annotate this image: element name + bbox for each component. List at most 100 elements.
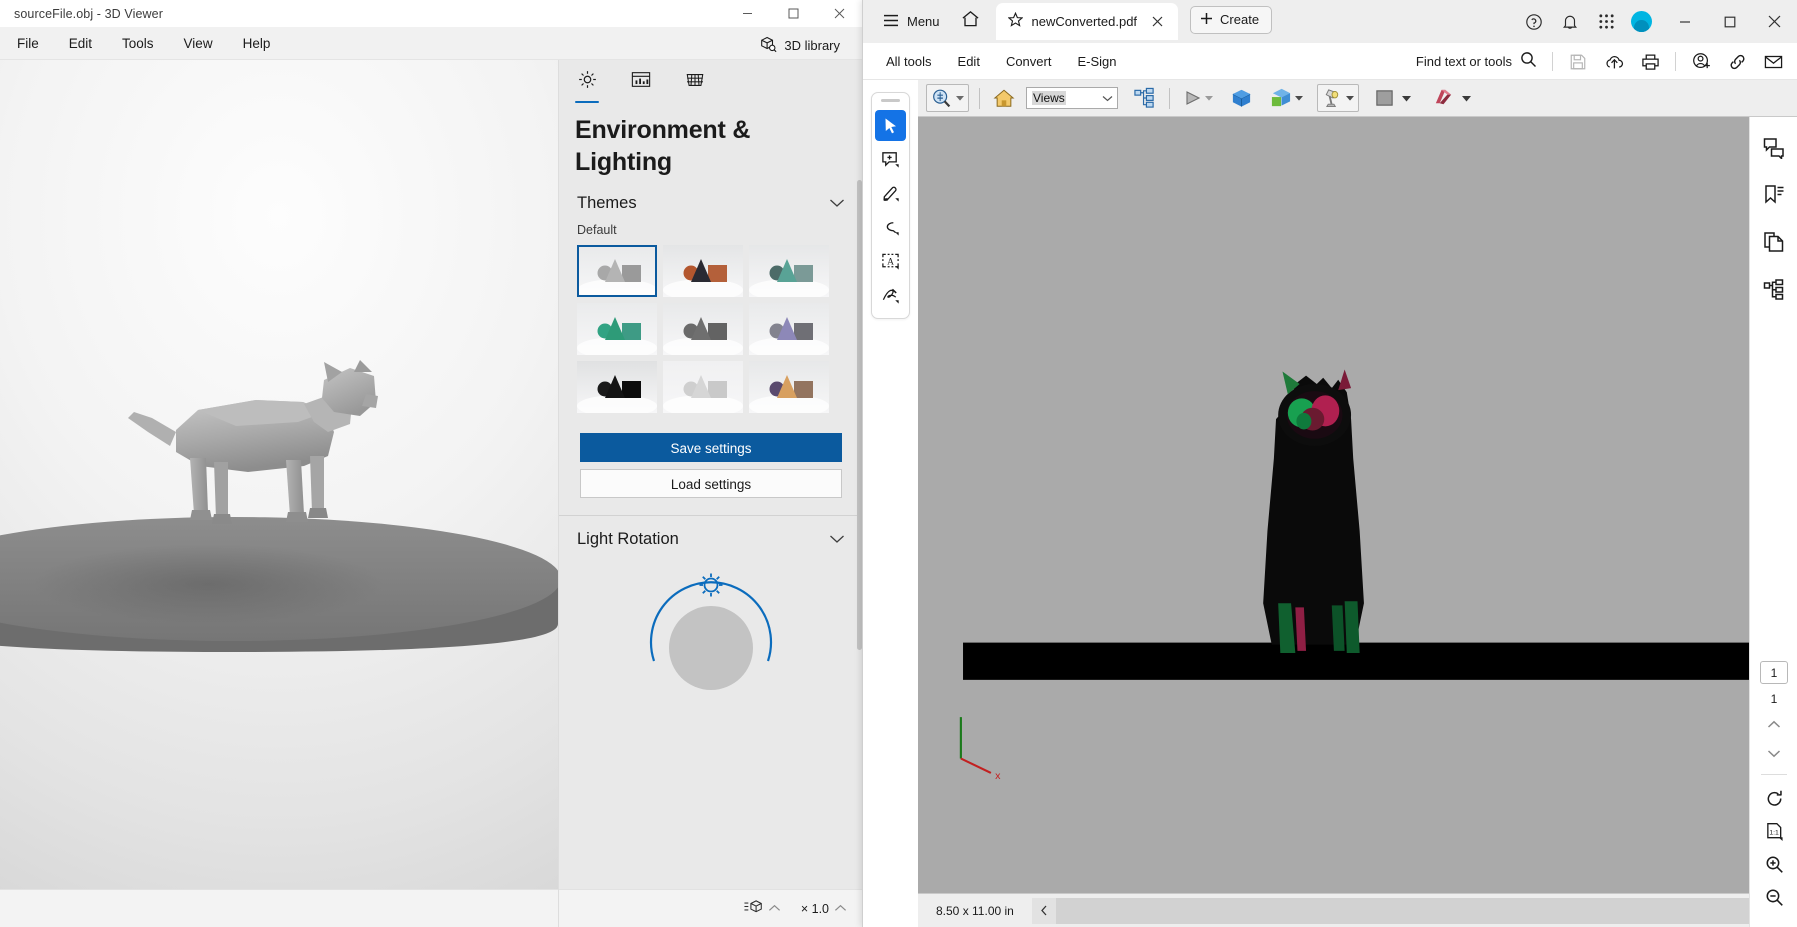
page-thumbnails-icon[interactable]	[1757, 225, 1791, 259]
light-rotation-dial[interactable]	[636, 573, 786, 723]
save-icon[interactable]	[1563, 47, 1593, 77]
zoom-control[interactable]: × 1.0	[801, 900, 847, 918]
acrobat-close-button[interactable]	[1752, 0, 1797, 43]
theme-teal[interactable]	[749, 245, 829, 297]
theme-night[interactable]	[577, 361, 657, 413]
document-tab[interactable]: newConverted.pdf	[995, 3, 1179, 40]
theme-grey[interactable]	[663, 303, 743, 355]
bookmarks-panel-icon[interactable]	[1757, 178, 1791, 212]
model-tree-button[interactable]	[1130, 84, 1159, 112]
light-rotation-control[interactable]	[559, 573, 862, 723]
background-color-dropdown[interactable]	[1401, 84, 1412, 112]
next-page-button[interactable]	[1758, 740, 1790, 767]
render-mode-button[interactable]	[1227, 84, 1256, 112]
select-tool[interactable]	[875, 110, 906, 141]
rotate-page-button[interactable]	[1758, 783, 1790, 814]
menu-edit[interactable]: Edit	[56, 31, 105, 56]
app-grid-icon[interactable]	[1591, 7, 1621, 37]
svg-text:x: x	[995, 770, 1001, 782]
fit-actual-size-button[interactable]: 1:1	[1758, 816, 1790, 847]
acrobat-maximize-button[interactable]	[1707, 0, 1752, 43]
themes-section-header[interactable]: Themes	[559, 180, 862, 223]
tool-rail-grip[interactable]	[881, 99, 900, 102]
zoom-out-button[interactable]	[1758, 882, 1790, 913]
menu-help[interactable]: Help	[230, 31, 284, 56]
background-color-button[interactable]	[1371, 84, 1415, 112]
cross-section-dropdown[interactable]	[1461, 84, 1472, 112]
theme-default[interactable]	[577, 245, 657, 297]
status-collapse-button[interactable]	[1031, 897, 1056, 924]
upload-cloud-icon[interactable]	[1599, 47, 1629, 77]
rotate-tool-dropdown[interactable]	[954, 84, 965, 112]
zoom-in-button[interactable]	[1758, 849, 1790, 880]
print-icon[interactable]	[1635, 47, 1665, 77]
pdf-3d-scene: x	[918, 117, 1797, 893]
create-button[interactable]: Create	[1190, 5, 1273, 34]
3d-library-button[interactable]: 3D library	[751, 31, 848, 60]
add-comment-tool[interactable]	[875, 144, 906, 175]
notifications-bell-icon[interactable]	[1555, 7, 1585, 37]
acrobat-menu-bar: All tools Edit Convert E-Sign Find text …	[863, 43, 1797, 80]
model-render-style-button[interactable]	[1266, 84, 1307, 112]
theme-ember[interactable]	[663, 245, 743, 297]
draw-tool[interactable]	[875, 212, 906, 243]
home-view-button[interactable]	[990, 84, 1018, 112]
menu-convert[interactable]: Convert	[995, 48, 1063, 75]
signature-tool[interactable]	[875, 280, 906, 311]
viewer-maximize-button[interactable]	[770, 0, 816, 27]
pdf-3d-canvas[interactable]: x	[918, 117, 1797, 893]
menu-all-tools[interactable]: All tools	[875, 48, 943, 75]
theme-sunset[interactable]	[749, 361, 829, 413]
light-rotation-section-header[interactable]: Light Rotation	[559, 516, 862, 559]
comment-panel-icon[interactable]	[1757, 131, 1791, 165]
document-tab-close-button[interactable]	[1146, 11, 1168, 33]
user-avatar[interactable]	[1631, 11, 1652, 32]
rotate-3d-tool[interactable]	[926, 84, 969, 112]
lighting-dropdown[interactable]	[1344, 84, 1355, 112]
chevron-down-icon	[829, 531, 845, 549]
add-person-icon[interactable]	[1686, 47, 1716, 77]
theme-violet[interactable]	[749, 303, 829, 355]
model-tree-icon	[1134, 87, 1154, 108]
acrobat-home-button[interactable]	[954, 7, 988, 37]
theme-light[interactable]	[663, 361, 743, 413]
menu-esign[interactable]: E-Sign	[1066, 48, 1127, 75]
play-dropdown[interactable]	[1203, 84, 1214, 112]
model-tree-panel-icon[interactable]	[1757, 272, 1791, 306]
cross-section-button[interactable]	[1429, 84, 1475, 112]
grid-tab[interactable]	[677, 65, 713, 99]
menu-tools[interactable]: Tools	[109, 31, 167, 56]
render-style-dropdown[interactable]	[1293, 84, 1304, 112]
viewer-titlebar: sourceFile.obj - 3D Viewer	[0, 0, 862, 27]
3d-model-canvas[interactable]	[0, 60, 558, 927]
star-icon[interactable]	[1007, 11, 1024, 32]
menu-view[interactable]: View	[171, 31, 226, 56]
menu-file[interactable]: File	[4, 31, 52, 56]
model-stats-chevron-icon[interactable]	[768, 900, 781, 918]
current-page-input[interactable]: 1	[1760, 661, 1788, 684]
statistics-tab[interactable]	[623, 65, 659, 99]
menu-edit[interactable]: Edit	[947, 48, 991, 75]
link-icon[interactable]	[1722, 47, 1752, 77]
home-icon	[993, 89, 1015, 107]
find-text-or-tools-button[interactable]: Find text or tools	[1408, 47, 1545, 77]
text-select-tool[interactable]: A	[875, 246, 906, 277]
acrobat-menu-button[interactable]: Menu	[873, 8, 950, 36]
model-stats-control[interactable]	[744, 899, 781, 919]
highlight-tool[interactable]	[875, 178, 906, 209]
zoom-chevron-icon[interactable]	[834, 900, 847, 918]
views-dropdown[interactable]: Views	[1026, 87, 1118, 109]
environment-lighting-tab[interactable]	[569, 65, 605, 103]
help-icon[interactable]	[1519, 7, 1549, 37]
viewer-minimize-button[interactable]	[724, 0, 770, 27]
acrobat-minimize-button[interactable]	[1662, 0, 1707, 43]
email-icon[interactable]	[1758, 47, 1788, 77]
viewer-close-button[interactable]	[816, 0, 862, 27]
panel-tab-strip	[559, 60, 862, 104]
previous-page-button[interactable]	[1758, 711, 1790, 738]
load-settings-button[interactable]: Load settings	[580, 469, 842, 498]
play-animation-button[interactable]	[1180, 84, 1217, 112]
save-settings-button[interactable]: Save settings	[580, 433, 842, 462]
lighting-button[interactable]	[1317, 84, 1359, 112]
theme-green[interactable]	[577, 303, 657, 355]
